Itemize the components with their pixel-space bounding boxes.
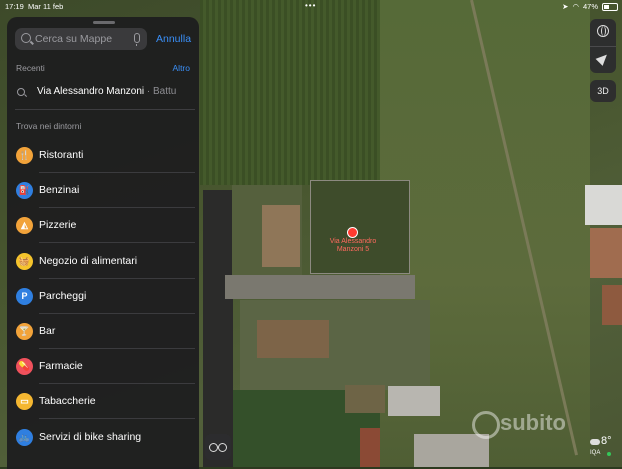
- binoculars-icon: [218, 443, 227, 452]
- air-quality-label: IQA: [590, 450, 601, 456]
- building: [262, 205, 300, 267]
- road: [225, 275, 415, 299]
- battery-icon: [602, 2, 618, 11]
- search-icon: [17, 88, 25, 96]
- pin-label-line: Via Alessandro: [329, 238, 377, 245]
- map-controls: [590, 19, 616, 73]
- divider: [590, 46, 616, 47]
- location-arrow-icon[interactable]: [595, 51, 611, 66]
- road: [203, 190, 233, 467]
- binoculars-icon: [209, 443, 218, 452]
- parking-icon: P: [16, 287, 33, 305]
- category-label: Bar: [39, 325, 56, 337]
- search-bar[interactable]: [15, 28, 147, 50]
- yard: [345, 385, 385, 413]
- status-date: Mar 11 feb: [28, 2, 64, 11]
- category-label: Farmacie: [39, 360, 83, 373]
- cocktail-icon: 🍸: [16, 323, 33, 340]
- recent-item-text: Via Alessandro Manzoni · Battu: [37, 86, 195, 97]
- search-input[interactable]: [35, 28, 130, 50]
- look-around-button[interactable]: [205, 434, 231, 460]
- search-sheet: Annulla Recenti Altro Via Alessandro Man…: [7, 17, 199, 469]
- status-indicators: ➤ ◠ 47%: [562, 0, 618, 13]
- watermark: subito: [500, 410, 566, 435]
- bike-icon: 🚲: [16, 428, 33, 446]
- tobacco-icon: ▭: [16, 393, 33, 411]
- watermark-logo-icon: [472, 411, 500, 439]
- fuel-pump-icon: ⛽: [16, 182, 33, 200]
- 3d-button[interactable]: 3D: [590, 80, 616, 102]
- status-time: 17:19: [5, 2, 24, 11]
- building: [388, 386, 440, 416]
- category-label: Negozio di alimentari: [39, 254, 138, 267]
- category-label: Parcheggi: [39, 289, 87, 302]
- category-item[interactable]: P Parcheggi: [15, 279, 195, 314]
- building: [602, 285, 622, 325]
- field: [200, 0, 385, 185]
- fork-knife-icon: 🍴: [16, 147, 33, 164]
- search-icon: [21, 33, 31, 43]
- recents-more-link[interactable]: Altro: [173, 63, 190, 73]
- category-label: Benzinai: [39, 184, 80, 197]
- category-label: Tabaccherie: [39, 395, 96, 408]
- building: [590, 228, 622, 278]
- recent-item-subtitle: · Battu: [144, 86, 177, 97]
- air-quality-indicator: [607, 452, 611, 456]
- wifi-icon: ◠: [572, 2, 579, 11]
- cloud-icon: [590, 439, 600, 445]
- nearby-heading: Trova nei dintorni: [16, 121, 82, 131]
- location-arrow-icon: ➤: [562, 2, 569, 11]
- status-bar: 17:19 Mar 11 feb ••• ➤ ◠ 47%: [0, 0, 622, 13]
- category-label: Servizi di bike sharing: [39, 430, 142, 443]
- pizza-icon: ◭: [16, 217, 33, 235]
- building: [414, 434, 489, 467]
- category-item[interactable]: 💊 Farmacie: [15, 349, 195, 385]
- weather-temperature: 8°: [601, 435, 612, 447]
- recents-heading: Recenti: [16, 63, 45, 73]
- microphone-icon[interactable]: [134, 33, 140, 46]
- category-item[interactable]: 🍴 Ristoranti: [15, 138, 195, 173]
- lot: [310, 180, 410, 274]
- divider: [15, 109, 195, 110]
- category-item[interactable]: ⛽ Benzinai: [15, 173, 195, 209]
- category-item[interactable]: 🚲 Servizi di bike sharing: [15, 420, 195, 455]
- sheet-grabber[interactable]: [93, 21, 115, 24]
- pin-label[interactable]: Via Alessandro Manzoni 5: [318, 238, 388, 254]
- globe-icon[interactable]: [597, 25, 609, 37]
- pharmacy-icon: 💊: [16, 358, 33, 376]
- building: [585, 185, 622, 225]
- recent-item[interactable]: Via Alessandro Manzoni · Battu: [15, 83, 195, 103]
- recent-item-title: Via Alessandro Manzoni: [37, 86, 145, 97]
- category-item[interactable]: ◭ Pizzerie: [15, 208, 195, 244]
- building: [360, 428, 380, 467]
- battery-percent: 47%: [582, 2, 598, 11]
- category-label: Ristoranti: [39, 149, 84, 161]
- cancel-button[interactable]: Annulla: [156, 33, 191, 45]
- category-item[interactable]: 🧺 Negozio di alimentari: [15, 244, 195, 279]
- location-pin-icon[interactable]: [347, 227, 358, 238]
- category-label: Pizzerie: [39, 219, 77, 232]
- basket-icon: 🧺: [16, 252, 33, 270]
- multitasking-dots[interactable]: •••: [305, 0, 316, 12]
- weather-widget[interactable]: 8° IQA: [588, 435, 620, 461]
- building: [257, 320, 329, 358]
- category-item[interactable]: 🍸 Bar: [15, 314, 195, 349]
- category-item[interactable]: ▭ Tabaccherie: [15, 384, 195, 420]
- pin-label-line: Manzoni 5: [336, 246, 370, 253]
